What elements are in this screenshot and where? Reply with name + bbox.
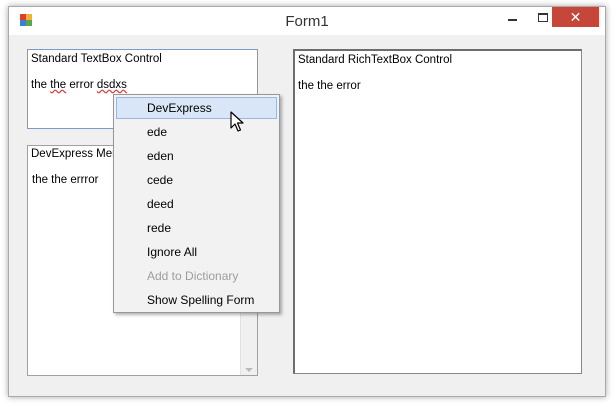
menu-item-show-spelling-form[interactable]: Show Spelling Form xyxy=(116,289,277,311)
menu-item-deed[interactable]: deed xyxy=(116,193,277,215)
text-word: the xyxy=(31,79,51,91)
standard-textbox-label: Standard TextBox Control xyxy=(31,53,162,65)
standard-textbox-text: the the error dsdxs xyxy=(31,79,127,91)
close-icon: ✕ xyxy=(569,8,582,25)
devexpress-memo-text: the the errror xyxy=(32,174,99,186)
menu-item-ede[interactable]: ede xyxy=(116,121,277,143)
misspelled-word[interactable]: dsdxs xyxy=(97,79,127,91)
menu-item-ignore-all[interactable]: Ignore All xyxy=(116,241,277,263)
minimize-icon xyxy=(508,19,517,21)
text-word: error xyxy=(66,79,97,91)
maximize-icon xyxy=(537,12,548,22)
menu-item-cede[interactable]: cede xyxy=(116,169,277,191)
title-bar[interactable]: Form1 ✕ xyxy=(9,7,605,35)
menu-item-add-to-dictionary: Add to Dictionary xyxy=(147,269,239,283)
misspelled-word[interactable]: the xyxy=(50,79,66,91)
devexpress-memo-label: DevExpress Mem xyxy=(31,148,122,160)
rich-textbox-text: the the error xyxy=(298,80,361,92)
arrow-cursor-icon xyxy=(230,111,244,132)
form-window: Form1 ✕ Standard TextBox Control the the… xyxy=(8,6,606,397)
menu-item-devexpress[interactable]: DevExpress xyxy=(116,97,277,119)
minimize-button[interactable] xyxy=(499,7,526,27)
rich-textbox[interactable]: Standard RichTextBox Control the the err… xyxy=(293,49,582,374)
close-button[interactable]: ✕ xyxy=(552,7,599,27)
scroll-down-arrow-icon[interactable] xyxy=(245,368,253,372)
form-client-area: Standard TextBox Control the the error d… xyxy=(9,35,605,395)
rich-textbox-label: Standard RichTextBox Control xyxy=(298,54,453,66)
menu-item-eden[interactable]: eden xyxy=(116,145,277,167)
spelling-context-menu: DevExpress ede eden cede deed rede Ignor… xyxy=(113,94,280,313)
menu-item-rede[interactable]: rede xyxy=(116,217,277,239)
